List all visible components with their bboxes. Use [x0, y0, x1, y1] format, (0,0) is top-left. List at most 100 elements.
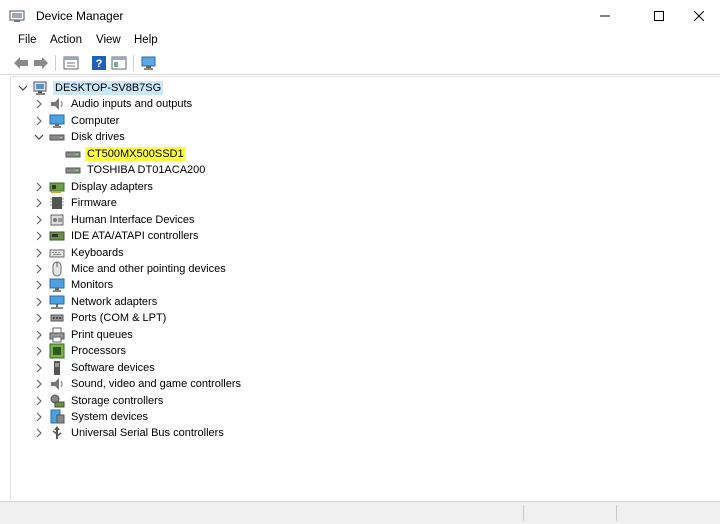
view-button[interactable] [110, 54, 128, 72]
help-button[interactable]: ? [90, 54, 108, 72]
expand-toggle[interactable] [33, 376, 45, 392]
chevron-right-icon [36, 182, 42, 192]
expand-toggle[interactable] [33, 294, 45, 310]
tree-item-label: Storage controllers [71, 394, 164, 407]
expand-toggle[interactable] [33, 179, 45, 195]
device-tree[interactable]: DESKTOP-SV8B7SG Audio inputs and outputs C… [10, 76, 720, 500]
tree-category-node[interactable]: Software devices [33, 360, 157, 376]
mouse-icon [49, 261, 65, 277]
expand-toggle[interactable] [33, 409, 45, 425]
forward-arrow-icon [34, 57, 48, 69]
expand-toggle[interactable] [33, 228, 45, 244]
menu-view[interactable]: View [94, 34, 123, 46]
chevron-right-icon [36, 297, 42, 307]
title-bar: Device Manager [0, 0, 720, 32]
tree-category-node[interactable]: Computer [33, 113, 121, 129]
tree-category-node[interactable]: Keyboards [33, 245, 126, 261]
tree-category-node[interactable]: Storage controllers [33, 393, 165, 409]
back-button[interactable] [12, 54, 30, 72]
expand-toggle[interactable] [17, 80, 29, 96]
device-manager-icon [9, 9, 25, 23]
menu-bar: File Action View Help [0, 32, 720, 52]
expand-toggle[interactable] [33, 261, 45, 277]
tree-category-node[interactable]: Mice and other pointing devices [33, 261, 228, 277]
tree-category-node[interactable]: Ports (COM & LPT) [33, 310, 168, 326]
software-device-icon [49, 360, 65, 376]
tree-category-node[interactable]: Universal Serial Bus controllers [33, 425, 226, 441]
forward-button[interactable] [32, 54, 50, 72]
tree-category-node[interactable]: IDE ATA/ATAPI controllers [33, 228, 201, 244]
expand-toggle[interactable] [33, 113, 45, 129]
expand-toggle[interactable] [33, 96, 45, 112]
tree-item-label: Universal Serial Bus controllers [71, 427, 224, 440]
tree-category-node[interactable]: Audio inputs and outputs [33, 96, 194, 112]
tree-category-node[interactable]: System devices [33, 409, 150, 425]
expand-toggle[interactable] [33, 343, 45, 359]
chevron-right-icon [36, 363, 42, 373]
expand-toggle[interactable] [33, 195, 45, 211]
computer-icon [49, 113, 65, 129]
expand-toggle[interactable] [33, 129, 45, 145]
toolbar-separator [133, 55, 134, 71]
chevron-right-icon [36, 379, 42, 389]
scan-hardware-button[interactable] [140, 54, 158, 72]
tree-category-node[interactable]: Disk drives [33, 129, 127, 145]
display-adapter-icon [49, 179, 65, 195]
hid-icon [49, 212, 65, 228]
tree-category-node[interactable]: Print queues [33, 327, 135, 343]
tree-item-label: Human Interface Devices [71, 213, 195, 226]
tree-device-node[interactable]: CT500MX500SSD1 [49, 146, 186, 162]
close-button[interactable] [676, 0, 720, 32]
printer-icon [49, 327, 65, 343]
expand-toggle[interactable] [33, 393, 45, 409]
no-toggle [49, 162, 61, 178]
menu-file[interactable]: File [16, 34, 39, 46]
disk-drive-icon [49, 129, 65, 145]
chevron-right-icon [36, 100, 42, 109]
tree-category-node[interactable]: Processors [33, 343, 128, 359]
tree-category-node[interactable]: Firmware [33, 195, 119, 211]
menu-help[interactable]: Help [132, 34, 160, 46]
tree-item-label: Display adapters [71, 180, 153, 193]
tree-device-node[interactable]: TOSHIBA DT01ACA200 [49, 162, 207, 178]
processor-icon [49, 343, 65, 359]
view-icon [111, 56, 127, 70]
chevron-right-icon [36, 330, 42, 340]
tree-item-label: Disk drives [71, 131, 125, 144]
tree-item-label: Audio inputs and outputs [71, 98, 193, 111]
tree-item-label: Network adapters [71, 295, 158, 308]
properties-button[interactable] [62, 54, 80, 72]
tree-category-node[interactable]: Network adapters [33, 294, 159, 310]
disk-drive-icon [65, 162, 81, 178]
chevron-right-icon [36, 116, 42, 126]
expand-toggle[interactable] [33, 245, 45, 261]
tree-root-node[interactable]: DESKTOP-SV8B7SG [17, 80, 164, 96]
chevron-right-icon [36, 280, 42, 290]
tree-item-label: Sound, video and game controllers [71, 378, 241, 391]
minimize-icon [600, 15, 610, 17]
tree-item-label: Print queues [71, 328, 133, 341]
system-devices-icon [49, 409, 65, 425]
chevron-right-icon [36, 313, 42, 323]
chevron-right-icon [36, 396, 42, 405]
expand-toggle[interactable] [33, 310, 45, 326]
usb-icon [49, 425, 65, 441]
status-separator [616, 505, 617, 521]
expand-toggle[interactable] [33, 425, 45, 441]
storage-controller-icon [49, 393, 65, 409]
expand-toggle[interactable] [33, 212, 45, 228]
properties-icon [63, 56, 79, 70]
expand-toggle[interactable] [33, 277, 45, 293]
tree-category-node[interactable]: Display adapters [33, 179, 155, 195]
window-title: Device Manager [36, 9, 124, 23]
expand-toggle[interactable] [33, 327, 45, 343]
minimize-button[interactable] [582, 0, 628, 32]
expand-toggle[interactable] [33, 360, 45, 376]
tree-category-node[interactable]: Sound, video and game controllers [33, 376, 243, 392]
tree-item-label: IDE ATA/ATAPI controllers [71, 230, 199, 243]
tree-category-node[interactable]: Monitors [33, 277, 115, 293]
tree-item-label: Ports (COM & LPT) [71, 312, 167, 325]
tree-category-node[interactable]: Human Interface Devices [33, 212, 197, 228]
chevron-down-icon [18, 85, 28, 91]
menu-action[interactable]: Action [48, 34, 84, 46]
